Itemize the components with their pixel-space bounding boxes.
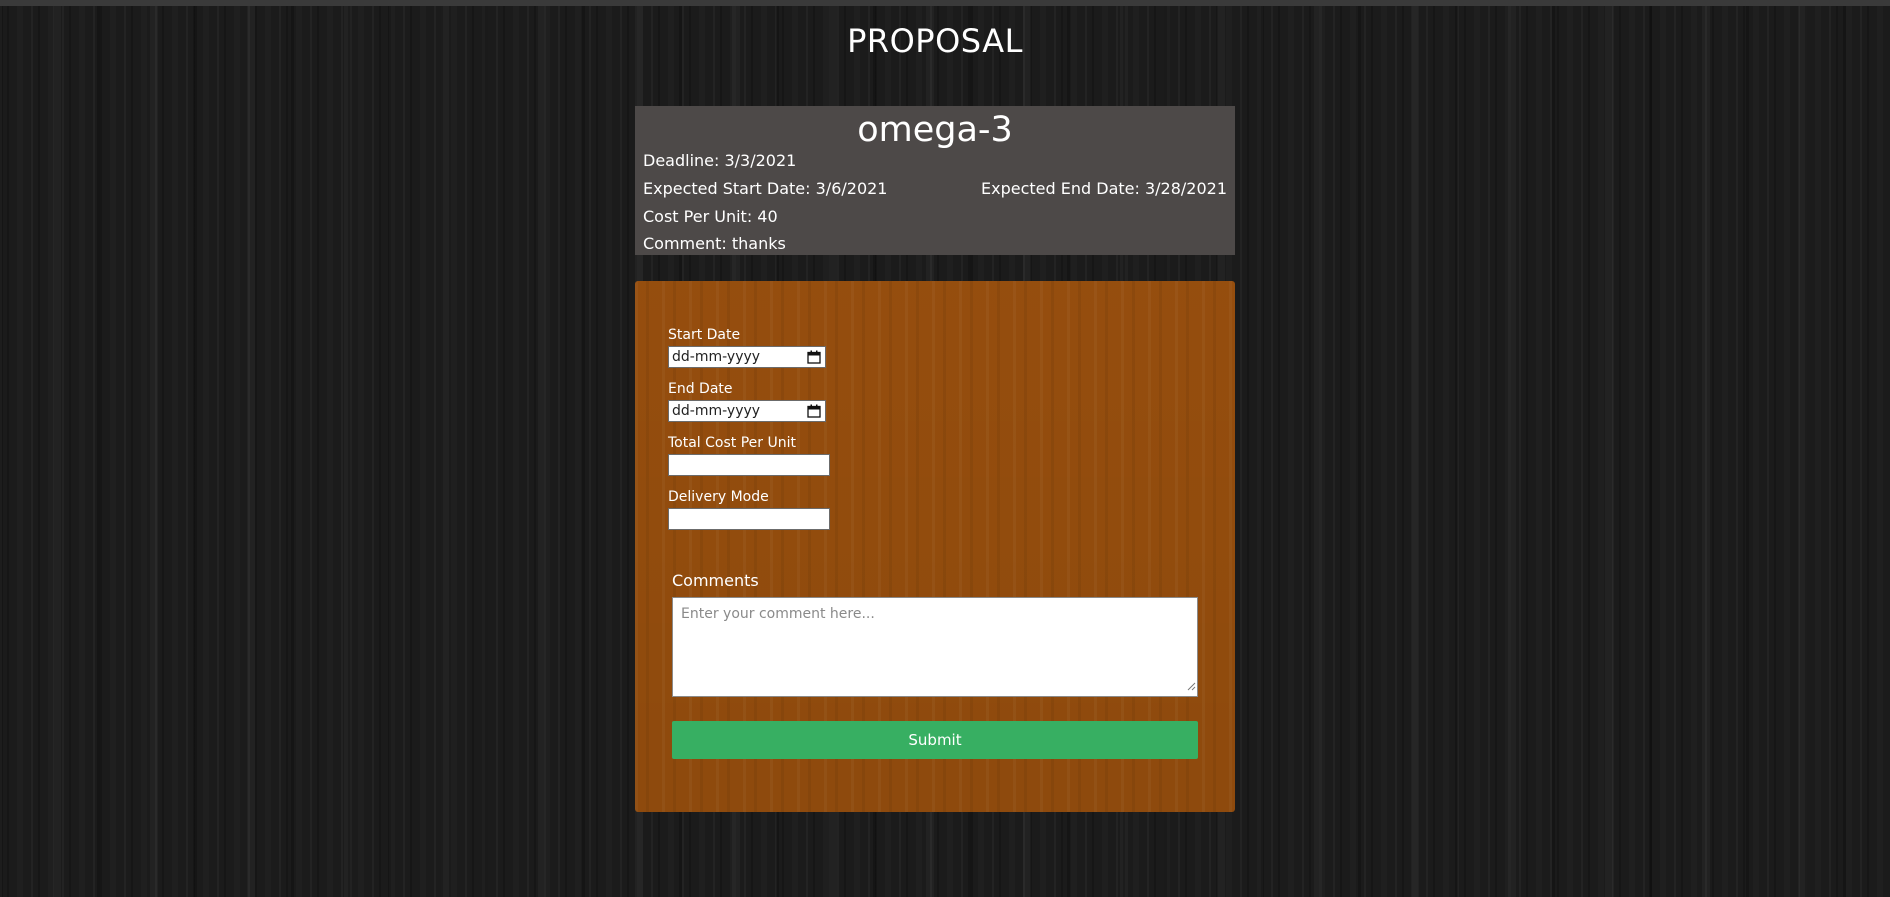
comments-textarea[interactable]: Enter your comment here... — [672, 597, 1198, 697]
cost-per-unit-text: Cost Per Unit: 40 — [643, 207, 778, 226]
page-title: PROPOSAL — [847, 22, 1023, 60]
browser-top-strip — [0, 0, 1890, 6]
total-cost-per-unit-label: Total Cost Per Unit — [668, 435, 796, 451]
proposal-summary-card: omega-3 Deadline: 3/3/2021 Expected Star… — [635, 106, 1235, 255]
expected-end-date-text: Expected End Date: 3/28/2021 — [981, 179, 1227, 198]
start-date-placeholder: dd-mm-yyyy — [672, 349, 761, 365]
comment-text: Comment: thanks — [643, 234, 786, 253]
comments-placeholder: Enter your comment here... — [681, 606, 875, 622]
comments-label: Comments — [672, 571, 759, 590]
delivery-mode-input[interactable] — [668, 508, 830, 530]
end-date-input[interactable]: dd-mm-yyyy — [668, 400, 826, 422]
product-name: omega-3 — [857, 110, 1013, 150]
total-cost-per-unit-input[interactable] — [668, 454, 830, 476]
end-date-label: End Date — [668, 381, 733, 397]
calendar-icon[interactable] — [807, 350, 821, 370]
calendar-icon[interactable] — [807, 404, 821, 424]
start-date-label: Start Date — [668, 327, 741, 343]
delivery-mode-label: Delivery Mode — [668, 489, 769, 505]
resize-grip-icon[interactable] — [1187, 679, 1196, 695]
deadline-text: Deadline: 3/3/2021 — [643, 151, 797, 170]
proposal-form: Start Date dd-mm-yyyy End Date dd-mm-yyy… — [635, 281, 1235, 812]
end-date-placeholder: dd-mm-yyyy — [672, 403, 761, 419]
submit-button[interactable]: Submit — [672, 721, 1198, 759]
start-date-input[interactable]: dd-mm-yyyy — [668, 346, 826, 368]
expected-start-date-text: Expected Start Date: 3/6/2021 — [643, 179, 888, 198]
